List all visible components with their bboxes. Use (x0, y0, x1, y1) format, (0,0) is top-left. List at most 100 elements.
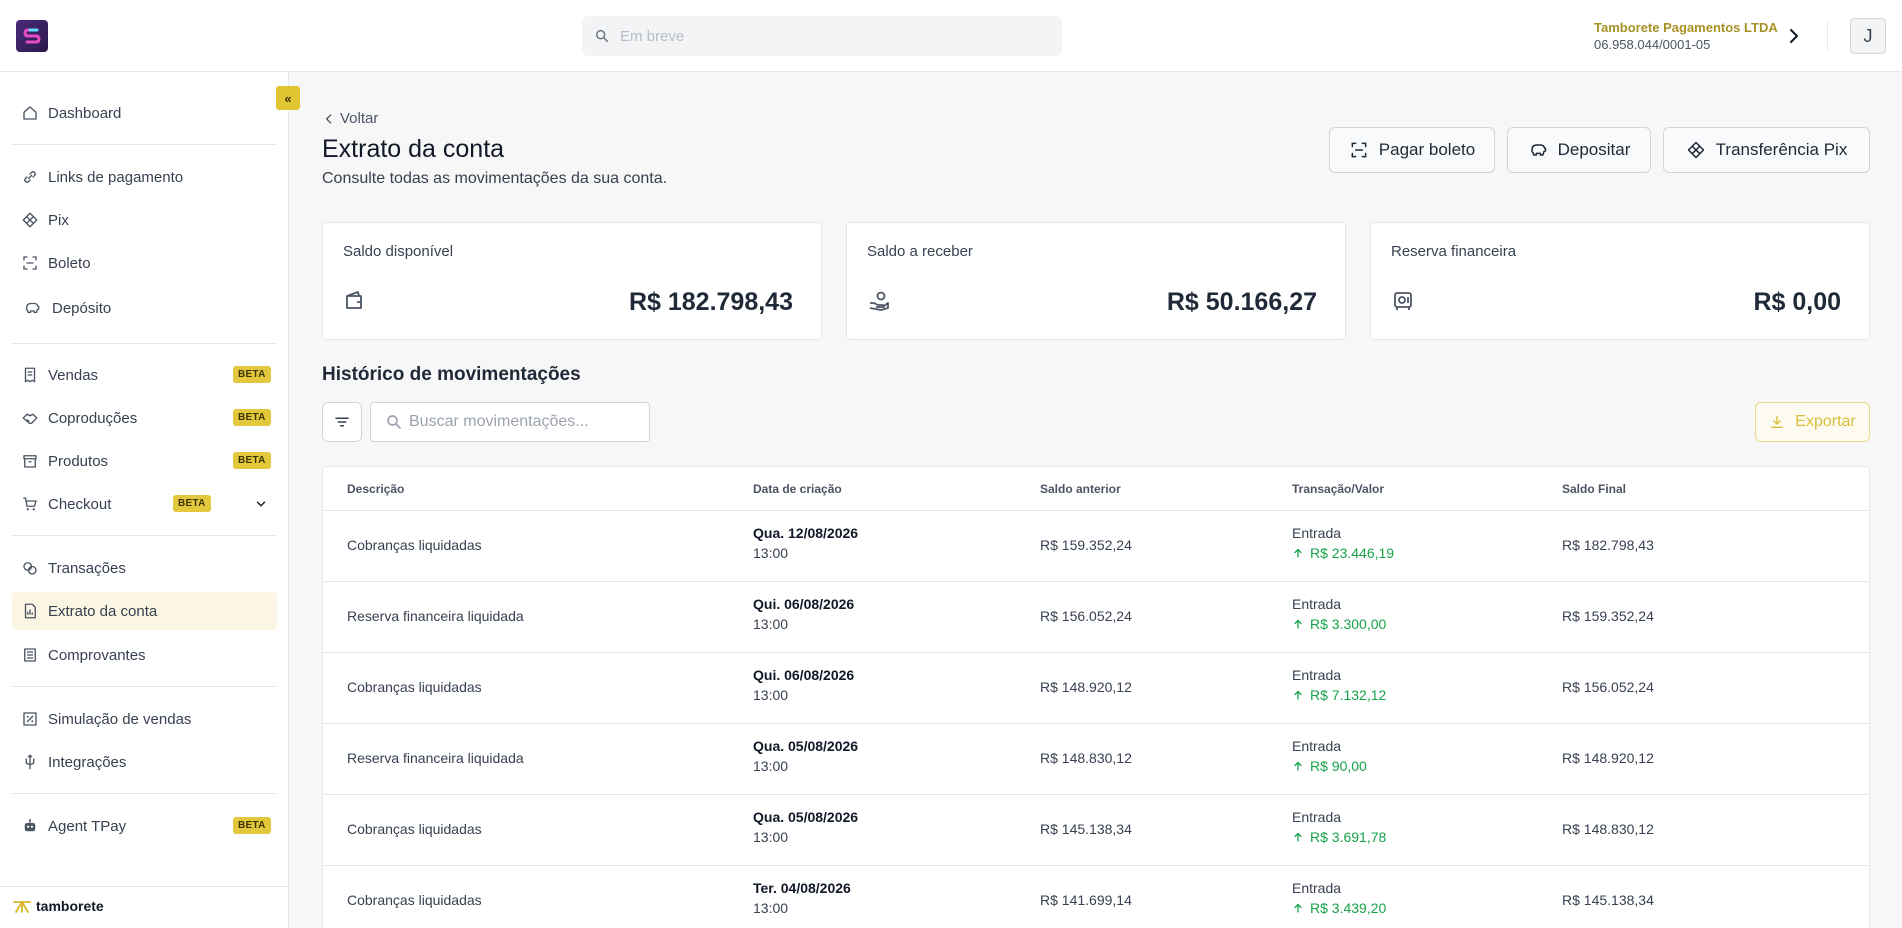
sidebar-divider (12, 535, 277, 536)
avatar[interactable]: J (1850, 18, 1886, 54)
sidebar-item-label: Links de pagamento (48, 168, 184, 186)
row-date-time: 13:00 (753, 829, 789, 845)
pix-transfer-button[interactable]: Transferência Pix (1663, 127, 1870, 173)
row-final-balance: R$ 145.138,34 (1562, 892, 1654, 908)
chevron-right-icon[interactable] (1784, 24, 1804, 48)
receipt-icon (20, 365, 40, 385)
table-row[interactable]: Cobranças liquidadas Qua. 05/08/2026 13:0… (323, 795, 1869, 866)
sidebar-item-checkout[interactable]: Checkout (12, 485, 277, 523)
statement-icon (20, 601, 40, 621)
percent-icon (20, 709, 40, 729)
sidebar-item-deposit[interactable]: Depósito (12, 289, 277, 327)
tamborete-logo-icon (13, 901, 31, 913)
sidebar-item-label: Dashboard (48, 104, 122, 122)
table-row[interactable]: Reserva financeira liquidada Qui. 06/08/… (323, 582, 1869, 653)
row-transaction: Entrada R$ 23.446,19 (1292, 525, 1394, 561)
sidebar-item-payment-links[interactable]: Links de pagamento (12, 158, 277, 196)
financial-reserve-card: Reserva financeira R$ 0,00 (1370, 222, 1870, 340)
piggy-bank-icon (20, 298, 44, 318)
row-final-balance: R$ 159.352,24 (1562, 608, 1654, 624)
safe-icon (1394, 292, 1412, 310)
pix-icon (20, 210, 40, 230)
row-transaction: Entrada R$ 90,00 (1292, 738, 1367, 774)
beta-badge: BETA (233, 452, 271, 469)
sidebar-item-sales-simulation[interactable]: Simulação de vendas (12, 700, 277, 738)
sidebar-item-dashboard[interactable]: Dashboard (12, 94, 277, 132)
card-label: Saldo a receber (867, 243, 973, 260)
row-transaction-amount: R$ 3.439,20 (1310, 900, 1387, 916)
row-date: Qua. 05/08/2026 13:00 (753, 809, 858, 845)
deposit-button[interactable]: Depositar (1507, 127, 1651, 173)
sidebar-footer-divider (0, 886, 289, 887)
company-name: Tamborete Pagamentos LTDA (1594, 20, 1778, 35)
arrow-up-icon (1294, 619, 1302, 629)
row-date-day: Qui. 06/08/2026 (753, 667, 855, 683)
sidebar-item-label: Agent TPay (48, 817, 127, 835)
row-description: Reserva financeira liquidada (347, 608, 524, 624)
history-title: Histórico de movimentações (322, 364, 581, 385)
sidebar-item-label: Vendas (48, 366, 99, 384)
filter-button[interactable] (322, 402, 362, 442)
column-header: Transação/Valor (1292, 482, 1385, 496)
row-date: Qui. 06/08/2026 13:00 (753, 667, 854, 703)
sidebar-collapse-button[interactable]: « (276, 86, 300, 110)
row-date-day: Qua. 12/08/2026 (753, 525, 859, 541)
pay-boleto-button[interactable]: Pagar boleto (1329, 127, 1495, 173)
row-description: Cobranças liquidadas (347, 679, 482, 695)
sidebar-divider (12, 144, 277, 145)
available-balance-card: Saldo disponível R$ 182.798,43 (322, 222, 822, 340)
sidebar-item-label: Checkout (48, 495, 112, 513)
robot-icon (20, 816, 40, 836)
sidebar-item-label: Extrato da conta (48, 602, 158, 620)
sidebar-item-transactions[interactable]: Transações (12, 549, 277, 587)
row-date-time: 13:00 (753, 545, 789, 561)
global-search[interactable] (582, 16, 1062, 56)
card-value: R$ 0,00 (1753, 288, 1841, 316)
box-icon (20, 451, 40, 471)
global-search-input[interactable] (620, 27, 1020, 45)
export-button[interactable]: Exportar (1755, 402, 1870, 442)
search-icon (595, 29, 609, 43)
row-description: Cobranças liquidadas (347, 892, 482, 908)
sidebar-item-receipts[interactable]: Comprovantes (12, 636, 277, 674)
logo-s-icon (23, 28, 41, 44)
table-row[interactable]: Cobranças liquidadas Qua. 12/08/2026 13:0… (323, 511, 1869, 582)
row-transaction: Entrada R$ 3.439,20 (1292, 880, 1386, 916)
row-transaction-amount: R$ 7.132,12 (1310, 687, 1387, 703)
row-transaction: Entrada R$ 3.691,78 (1292, 809, 1386, 845)
sidebar-divider (12, 343, 277, 344)
beta-badge: BETA (233, 817, 271, 834)
sidebar-item-integrations[interactable]: Integrações (12, 743, 277, 781)
app-logo[interactable] (16, 20, 48, 52)
table-row[interactable]: Cobranças liquidadas Ter. 04/08/2026 13:0… (323, 866, 1869, 928)
history-search-input[interactable] (409, 413, 639, 431)
beta-badge: BETA (233, 366, 271, 383)
sidebar-item-label: Depósito (52, 299, 112, 317)
sidebar-item-boleto[interactable]: Boleto (12, 244, 277, 282)
row-transaction-type: Entrada (1292, 738, 1342, 754)
hand-coin-icon (869, 291, 889, 311)
row-transaction: Entrada R$ 3.300,00 (1292, 596, 1386, 632)
back-link[interactable]: Voltar (322, 110, 378, 127)
row-description: Reserva financeira liquidada (347, 750, 524, 766)
row-description: Cobranças liquidadas (347, 537, 482, 553)
row-transaction-type: Entrada (1292, 809, 1342, 825)
arrow-up-icon (1294, 903, 1302, 913)
sidebar-item-label: Transações (48, 559, 126, 577)
plug-icon (20, 752, 40, 772)
wallet-icon (346, 291, 362, 309)
piggy-bank-icon (1530, 144, 1546, 156)
column-header: Data de criação (753, 482, 842, 496)
row-transaction-amount: R$ 3.691,78 (1310, 829, 1387, 845)
table-row[interactable]: Cobranças liquidadas Qui. 06/08/2026 13:0… (323, 653, 1869, 724)
search-icon (387, 415, 401, 429)
sidebar-item-statement[interactable]: Extrato da conta (12, 592, 277, 630)
table-row[interactable]: Reserva financeira liquidada Qua. 05/08/… (323, 724, 1869, 795)
sidebar-item-label: Comprovantes (48, 646, 146, 664)
list-icon (20, 645, 40, 665)
sidebar-item-pix[interactable]: Pix (12, 201, 277, 239)
chevron-down-icon[interactable] (254, 497, 268, 511)
page-subtitle: Consulte todas as movimentações da sua c… (322, 170, 668, 187)
history-search[interactable] (370, 402, 650, 442)
company-info[interactable]: Tamborete Pagamentos LTDA 06.958.044/000… (1594, 20, 1778, 52)
